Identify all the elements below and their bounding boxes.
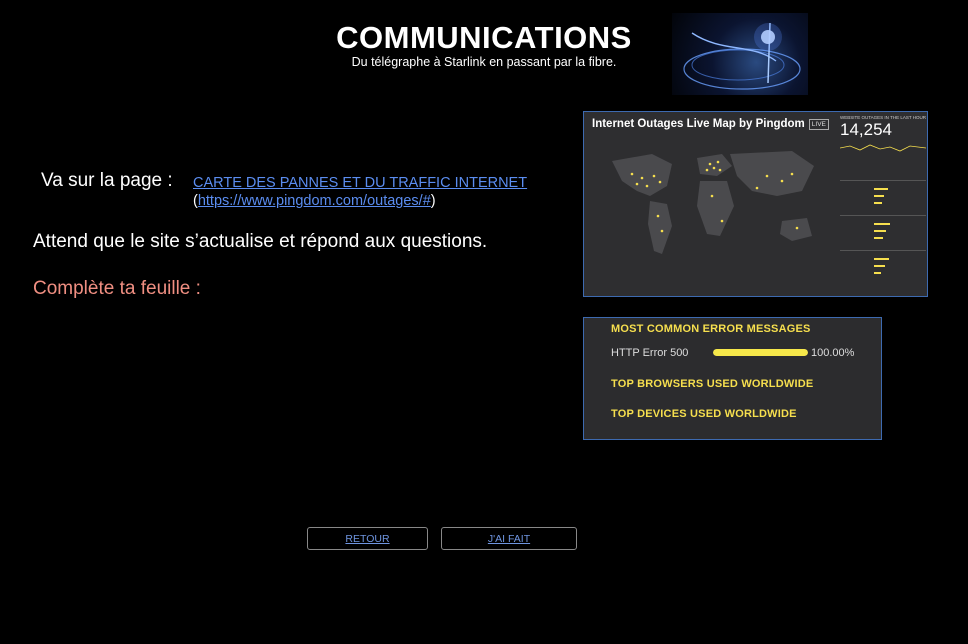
live-badge: LIVE — [808, 118, 829, 130]
browsers-heading: TOP BROWSERS USED WORLDWIDE — [611, 378, 814, 390]
stats-detail-graphic — [839, 144, 927, 274]
go-to-page-label: Va sur la page : — [41, 170, 173, 191]
complete-sheet-instruction: Complète ta feuille : — [33, 278, 201, 299]
wait-instruction: Attend que le site s’actualise et répond… — [33, 231, 488, 252]
map-title: Internet Outages Live Map by Pingdom LIV… — [592, 118, 829, 130]
outage-map-url-link[interactable]: https://www.pingdom.com/outages/# — [198, 193, 431, 209]
devices-heading: TOP DEVICES USED WORLDWIDE — [611, 408, 797, 420]
error-bar — [713, 349, 808, 356]
error-messages-screenshot: MOST COMMON ERROR MESSAGES HTTP Error 50… — [583, 317, 882, 440]
done-button-label: J'AI FAIT — [487, 532, 531, 545]
stats-panel: WEBSITE OUTAGES IN THE LAST HOUR 14,254 — [839, 115, 927, 285]
map-caption — [614, 267, 799, 273]
back-button-label: RETOUR — [345, 532, 390, 545]
outage-map-link-block: CARTE DES PANNES ET DU TRAFFIC INTERNET … — [193, 174, 527, 210]
done-button[interactable]: J'AI FAIT — [441, 527, 577, 550]
back-button[interactable]: RETOUR — [307, 527, 428, 550]
paren-close: ) — [430, 193, 436, 209]
world-map-graphic — [612, 151, 814, 254]
error-messages-heading: MOST COMMON ERROR MESSAGES — [611, 323, 811, 335]
error-label: HTTP Error 500 — [611, 347, 689, 359]
outage-map-link[interactable]: CARTE DES PANNES ET DU TRAFFIC INTERNET — [193, 175, 527, 191]
page-title: COMMUNICATIONS — [336, 20, 632, 55]
map-title-text: Internet Outages Live Map by Pingdom — [592, 118, 805, 130]
page-subtitle: Du télégraphe à Starlink en passant par … — [351, 55, 617, 69]
outage-count: 14,254 — [840, 120, 892, 139]
fiber-optic-image — [672, 13, 808, 95]
outage-map-screenshot: Internet Outages Live Map by Pingdom LIV… — [583, 111, 928, 297]
error-percent: 100.00% — [811, 347, 855, 359]
error-bar-fill — [713, 349, 808, 356]
